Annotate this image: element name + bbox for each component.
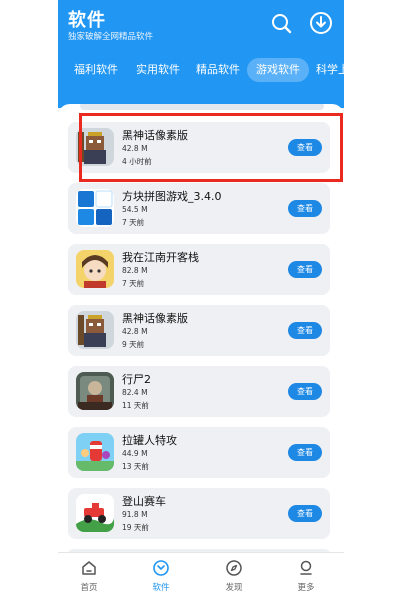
nav-discover[interactable]: 发现 (209, 559, 259, 593)
app-size: 91.8 M (122, 510, 148, 519)
app-updated-time: 11 天前 (122, 401, 149, 410)
list-item[interactable]: 我在江南开客栈 82.8 M 7 天前 查看 (68, 244, 330, 295)
list-search-bar[interactable] (80, 104, 324, 110)
hill-climb-car-icon (76, 494, 114, 532)
software-icon (153, 560, 169, 576)
view-button[interactable]: 查看 (288, 444, 322, 461)
tab-premium-software[interactable]: 精品软件 (196, 58, 240, 82)
download-icon (310, 12, 332, 34)
inn-girl-icon (76, 250, 114, 288)
app-size: 54.5 M (122, 205, 148, 214)
search-icon (272, 14, 292, 34)
wukong-pixel-icon (76, 311, 114, 349)
can-man-icon (76, 433, 114, 471)
nav-software-label: 软件 (152, 583, 170, 593)
list-item[interactable]: 行尸2 82.4 M 11 天前 查看 (68, 366, 330, 417)
tab-game-software[interactable]: 游戏软件 (247, 58, 309, 82)
app-name: 拉罐人特攻 (122, 434, 177, 447)
view-button[interactable]: 查看 (288, 322, 322, 339)
bottom-nav: 首页 软件 发现 更多 (58, 552, 344, 600)
compass-icon (226, 560, 242, 576)
app-size: 82.8 M (122, 266, 148, 275)
view-button[interactable]: 查看 (288, 200, 322, 217)
app-updated-time: 7 天前 (122, 279, 145, 288)
highlight-box (79, 113, 343, 182)
app-name: 行尸2 (122, 373, 151, 386)
app-size: 44.9 M (122, 449, 148, 458)
app-updated-time: 7 天前 (122, 218, 145, 227)
list-item[interactable]: 黑神话像素版 42.8 M 9 天前 查看 (68, 305, 330, 356)
app-name: 我在江南开客栈 (122, 251, 199, 264)
view-button[interactable]: 查看 (288, 261, 322, 278)
nav-more-label: 更多 (297, 583, 315, 593)
tab-science[interactable]: 科学上 (316, 58, 344, 82)
view-button[interactable]: 查看 (288, 383, 322, 400)
phone-screen: 软件 独家破解全网精品软件 福利软件 实用软件 精品软件 游戏软件 科学上 黑神… (58, 0, 344, 600)
block-puzzle-icon (76, 189, 114, 227)
list-item[interactable]: 拉罐人特攻 44.9 M 13 天前 查看 (68, 427, 330, 478)
page-subtitle: 独家破解全网精品软件 (68, 32, 154, 42)
category-tabs: 福利软件 实用软件 精品软件 游戏软件 科学上 (58, 54, 344, 86)
page-title: 软件 (68, 10, 106, 31)
search-button[interactable] (268, 10, 294, 36)
nav-discover-label: 发现 (225, 583, 243, 593)
more-icon (300, 560, 312, 575)
nav-home[interactable]: 首页 (64, 559, 114, 593)
app-updated-time: 9 天前 (122, 340, 145, 349)
app-name: 黑神话像素版 (122, 312, 188, 325)
app-updated-time: 13 天前 (122, 462, 149, 471)
app-size: 82.4 M (122, 388, 148, 397)
view-button[interactable]: 查看 (288, 505, 322, 522)
app-name: 方块拼图游戏_3.4.0 (122, 190, 222, 203)
tab-welfare-software[interactable]: 福利软件 (74, 58, 118, 82)
app-name: 登山赛车 (122, 495, 166, 508)
app-size: 42.8 M (122, 327, 148, 336)
download-button[interactable] (308, 10, 334, 36)
app-header: 软件 独家破解全网精品软件 福利软件 实用软件 精品软件 游戏软件 科学上 (58, 0, 344, 108)
nav-more[interactable]: 更多 (281, 559, 331, 593)
nav-home-label: 首页 (80, 583, 98, 593)
walking-dead-icon (76, 372, 114, 410)
tab-utility-software[interactable]: 实用软件 (136, 58, 180, 82)
list-item[interactable]: 登山赛车 91.8 M 19 天前 查看 (68, 488, 330, 539)
list-item[interactable]: 方块拼图游戏_3.4.0 54.5 M 7 天前 查看 (68, 183, 330, 234)
app-updated-time: 19 天前 (122, 523, 149, 532)
nav-software[interactable]: 软件 (136, 559, 186, 593)
home-icon (82, 561, 96, 575)
